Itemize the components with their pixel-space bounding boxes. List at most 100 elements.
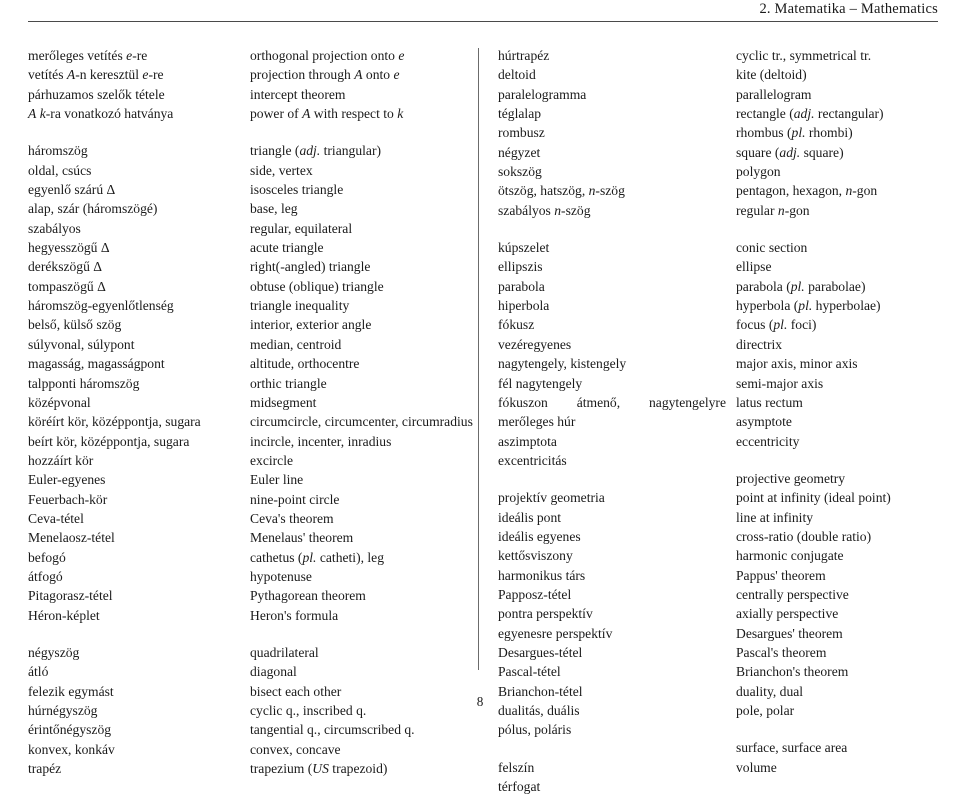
glossary-entry: parabola (pl. parabolae) xyxy=(736,278,866,294)
glossary-entry: regular, equilateral xyxy=(250,220,353,236)
glossary-entry: szabályos n-szög xyxy=(498,202,591,218)
glossary-entry: asymptote xyxy=(736,414,792,430)
glossary-entry: Euler-egyenes xyxy=(28,472,106,488)
page-number: 8 xyxy=(476,694,484,709)
glossary-entry: ellipszis xyxy=(498,259,543,275)
glossary-group: cyclic tr., symmetrical tr. kite (deltoid… xyxy=(736,46,960,220)
glossary-entry: konvex, konkáv xyxy=(28,741,115,757)
glossary-group: merőleges vetítés e-re vetítés A-n keresz… xyxy=(28,46,242,123)
glossary-entry: Desargues-tétel xyxy=(498,644,583,660)
glossary-entry: egyenesre perspektív xyxy=(498,625,613,641)
glossary-entry: right(-angled) triangle xyxy=(250,259,371,275)
glossary-entry: circumcircle, circumcenter, circumradius xyxy=(250,414,473,430)
glossary-entry: centrally perspective xyxy=(736,586,849,602)
glossary-entry: rombusz xyxy=(498,125,545,141)
glossary-entry: talpponti háromszög xyxy=(28,375,140,391)
glossary-entry: convex, concave xyxy=(250,741,341,757)
glossary-entry: base, leg xyxy=(250,201,298,217)
glossary-entry: semi-major axis xyxy=(736,375,824,391)
glossary-entry: ötszög, hatszög, n-szög xyxy=(498,183,625,199)
glossary-entry: alap, szár (háromszögé) xyxy=(28,201,158,217)
glossary-entry: Pascal's theorem xyxy=(736,644,827,660)
glossary-entry: Heron's formula xyxy=(250,607,339,623)
glossary-half-left: merőleges vetítés e-re vetítés A-n keresz… xyxy=(28,46,476,776)
glossary-entry: rhombus (pl. rhombi) xyxy=(736,125,853,141)
glossary-entry: hiperbola xyxy=(498,298,550,314)
glossary-entry: projective geometry xyxy=(736,470,846,486)
glossary-entry: vetítés A-n keresztül e-re xyxy=(28,67,164,83)
glossary-entry: acute triangle xyxy=(250,240,324,256)
glossary-entry: Ceva's theorem xyxy=(250,510,334,526)
glossary-entry: nine-point circle xyxy=(250,491,340,507)
glossary-group: triangle (adj. triangular) side, vertex is… xyxy=(250,141,476,625)
glossary-entry: midsegment xyxy=(250,394,317,410)
glossary-entry: Pappus' theorem xyxy=(736,567,826,583)
glossary-entry: Héron-képlet xyxy=(28,607,100,623)
glossary-entry: projektív geometria xyxy=(498,490,605,506)
glossary-group: kúpszelet ellipszis parabola hiperbola fókus… xyxy=(498,238,726,470)
glossary-column-hungarian-left: merőleges vetítés e-re vetítés A-n keresz… xyxy=(28,46,242,776)
glossary-entry: térfogat xyxy=(498,779,541,795)
glossary-entry: orthogonal projection onto e xyxy=(250,48,405,63)
glossary-entry: axially perspective xyxy=(736,606,839,622)
glossary-entry: aszimptota xyxy=(498,433,557,449)
glossary-entry: major axis, minor axis xyxy=(736,356,858,372)
glossary-entry: egyenlő szárú Δ xyxy=(28,182,116,198)
glossary-entry: trapéz xyxy=(28,761,62,777)
glossary-entry: felszín xyxy=(498,759,535,775)
glossary-entry: side, vertex xyxy=(250,162,313,178)
glossary-entry: latus rectum xyxy=(736,394,803,410)
page-running-head: 2. Matematika – Mathematics xyxy=(28,0,938,24)
glossary-entry: belső, külső szög xyxy=(28,317,122,333)
glossary-column-hungarian-right: húrtrapéz deltoid paralelogramma téglalap ro… xyxy=(498,46,726,794)
glossary-entry: vezéregyenes xyxy=(498,336,572,352)
page-title: 2. Matematika – Mathematics xyxy=(759,1,938,17)
glossary-entry: súlyvonal, súlypont xyxy=(28,336,135,352)
glossary-entry: húrtrapéz xyxy=(498,48,550,63)
glossary-entry: köréírt kör, középpontja, sugara xyxy=(28,414,201,430)
glossary-entry: pólus, poláris xyxy=(498,722,572,738)
glossary-entry: paralelogramma xyxy=(498,86,587,102)
glossary-entry: pentagon, hexagon, n-gon xyxy=(736,183,878,199)
glossary-group: húrtrapéz deltoid paralelogramma téglalap ro… xyxy=(498,46,726,220)
glossary-group: felszín térfogat xyxy=(498,758,726,796)
glossary-entry: szabályos xyxy=(28,220,81,236)
page-folio: 8 xyxy=(0,694,960,710)
glossary-entry: cathetus (pl. catheti), leg xyxy=(250,549,385,565)
glossary-entry: obtuse (oblique) triangle xyxy=(250,278,384,294)
glossary-entry: hegyesszögű Δ xyxy=(28,240,110,256)
glossary-entry: ideális pont xyxy=(498,509,562,525)
glossary-entry: cyclic tr., symmetrical tr. xyxy=(736,48,872,63)
glossary-entry: Ceva-tétel xyxy=(28,510,84,526)
glossary-entry: befogó xyxy=(28,549,66,565)
glossary-entry: triangle (adj. triangular) xyxy=(250,143,382,159)
header-rule xyxy=(28,21,938,22)
glossary-entry: excircle xyxy=(250,452,294,468)
glossary-entry: square (adj. square) xyxy=(736,144,844,160)
glossary-group: surface, surface area volume xyxy=(736,738,960,777)
glossary-group: háromszög oldal, csúcs egyenlő szárú Δ alap… xyxy=(28,141,242,625)
glossary-entry: harmonikus társ xyxy=(498,567,586,583)
glossary-entry: ellipse xyxy=(736,259,772,275)
glossary-entry: diagonal xyxy=(250,664,297,680)
glossary-entry: Papposz-tétel xyxy=(498,586,572,602)
glossary-entry: átfogó xyxy=(28,568,63,584)
glossary-entry: Brianchon's theorem xyxy=(736,664,849,680)
glossary-entry: tangential q., circumscribed q. xyxy=(250,722,415,738)
glossary-entry: merőleges vetítés e-re xyxy=(28,48,148,63)
glossary-entry: Euler line xyxy=(250,472,304,488)
glossary-entry: Pitagorasz-tétel xyxy=(28,588,113,604)
glossary-entry: hypotenuse xyxy=(250,568,312,584)
glossary-entry: incircle, incenter, inradius xyxy=(250,433,392,449)
glossary-entry: triangle inequality xyxy=(250,298,350,314)
glossary-entry: excentricitás xyxy=(498,452,567,468)
glossary-entry: intercept theorem xyxy=(250,86,346,102)
glossary-entry: sokszög xyxy=(498,164,542,180)
glossary-entry: line at infinity xyxy=(736,509,814,525)
glossary-entry: tompaszögű Δ xyxy=(28,278,106,294)
glossary-entry: altitude, orthocentre xyxy=(250,356,360,372)
glossary-entry: Menelaus' theorem xyxy=(250,530,354,546)
glossary-entry: fókusz xyxy=(498,317,535,333)
glossary-entry: háromszög xyxy=(28,143,88,159)
glossary-entry: hozzáírt kör xyxy=(28,452,94,468)
